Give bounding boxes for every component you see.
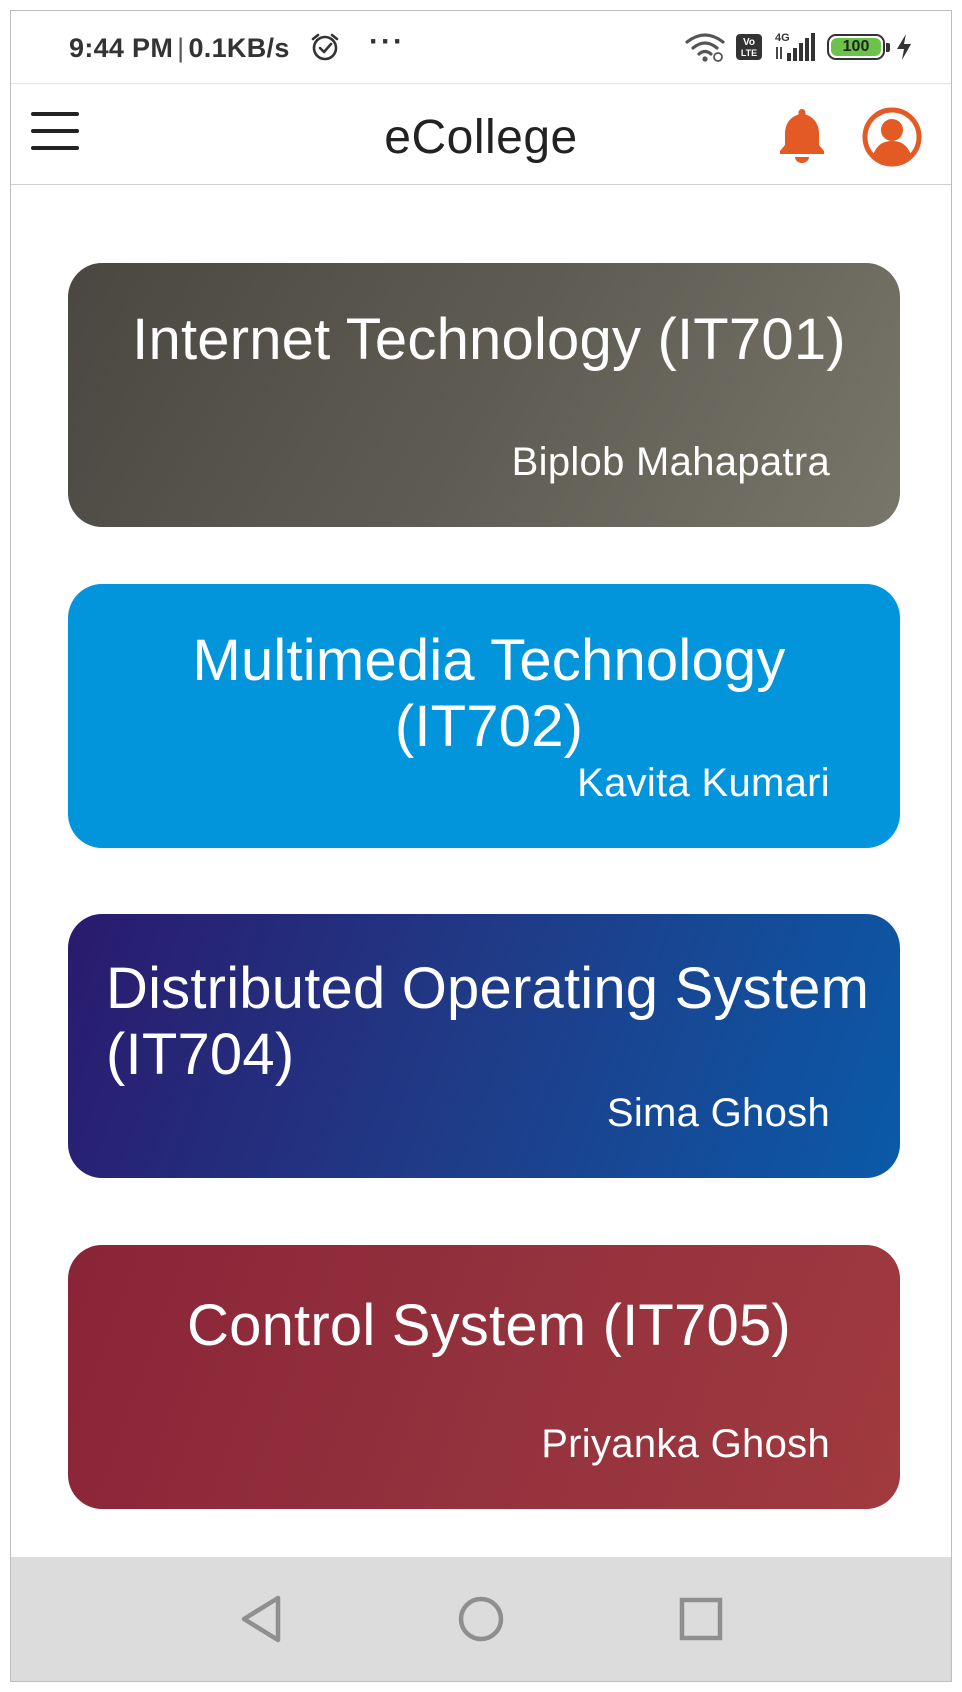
cellular-signal-icon: 4G: [775, 32, 815, 61]
course-title: Control System (IT705): [187, 1293, 791, 1358]
more-notifications-dots: ···: [369, 25, 405, 58]
status-time: 9:44 PM: [69, 33, 174, 63]
status-separator: |: [177, 33, 185, 63]
course-list: Internet Technology (IT701) Biplob Mahap…: [11, 186, 951, 1556]
course-card[interactable]: Distributed Operating System (IT704) Sim…: [68, 914, 900, 1178]
alarm-clock-icon: [311, 33, 339, 61]
system-navigation-bar: [11, 1557, 951, 1681]
charging-bolt-icon: [897, 34, 911, 60]
network-type-text: 4G: [775, 32, 790, 44]
course-title: Multimedia Technology (IT702): [192, 628, 786, 759]
user-account-icon[interactable]: [861, 106, 923, 168]
back-triangle-icon[interactable]: [231, 1589, 291, 1649]
course-card[interactable]: Control System (IT705) Priyanka Ghosh: [68, 1245, 900, 1509]
battery-level: 100: [842, 38, 870, 55]
course-teacher: Biplob Mahapatra: [511, 440, 830, 484]
course-title: Internet Technology (IT701): [132, 307, 846, 372]
course-title: Distributed Operating System (IT704): [106, 956, 870, 1087]
volte-vo-text: Vo: [743, 37, 755, 48]
battery-tip: [886, 43, 890, 52]
volte-icon: Vo LTE: [736, 34, 762, 60]
wifi-icon: [685, 33, 725, 62]
course-card[interactable]: Multimedia Technology (IT702) Kavita Kum…: [68, 584, 900, 848]
course-teacher: Kavita Kumari: [577, 761, 830, 805]
bell-icon[interactable]: [776, 106, 828, 164]
battery-icon: 100: [827, 34, 890, 60]
course-teacher: Sima Ghosh: [606, 1091, 830, 1135]
home-circle-icon[interactable]: [451, 1589, 511, 1649]
status-right-icons: Vo LTE 4G 100: [685, 29, 913, 65]
status-time-speed: 9:44 PM | 0.1KB/s: [69, 33, 290, 64]
recents-square-icon[interactable]: [671, 1589, 731, 1649]
volte-lte-text: LTE: [741, 48, 757, 58]
network-speed: 0.1KB/s: [188, 33, 290, 63]
course-card[interactable]: Internet Technology (IT701) Biplob Mahap…: [68, 263, 900, 527]
app-bar: eCollege: [11, 83, 951, 185]
phone-screen: 9:44 PM | 0.1KB/s ··· Vo LTE 4G 100 eCol…: [0, 0, 962, 1692]
course-teacher: Priyanka Ghosh: [541, 1422, 830, 1466]
status-bar: 9:44 PM | 0.1KB/s ··· Vo LTE 4G 100: [11, 11, 951, 83]
